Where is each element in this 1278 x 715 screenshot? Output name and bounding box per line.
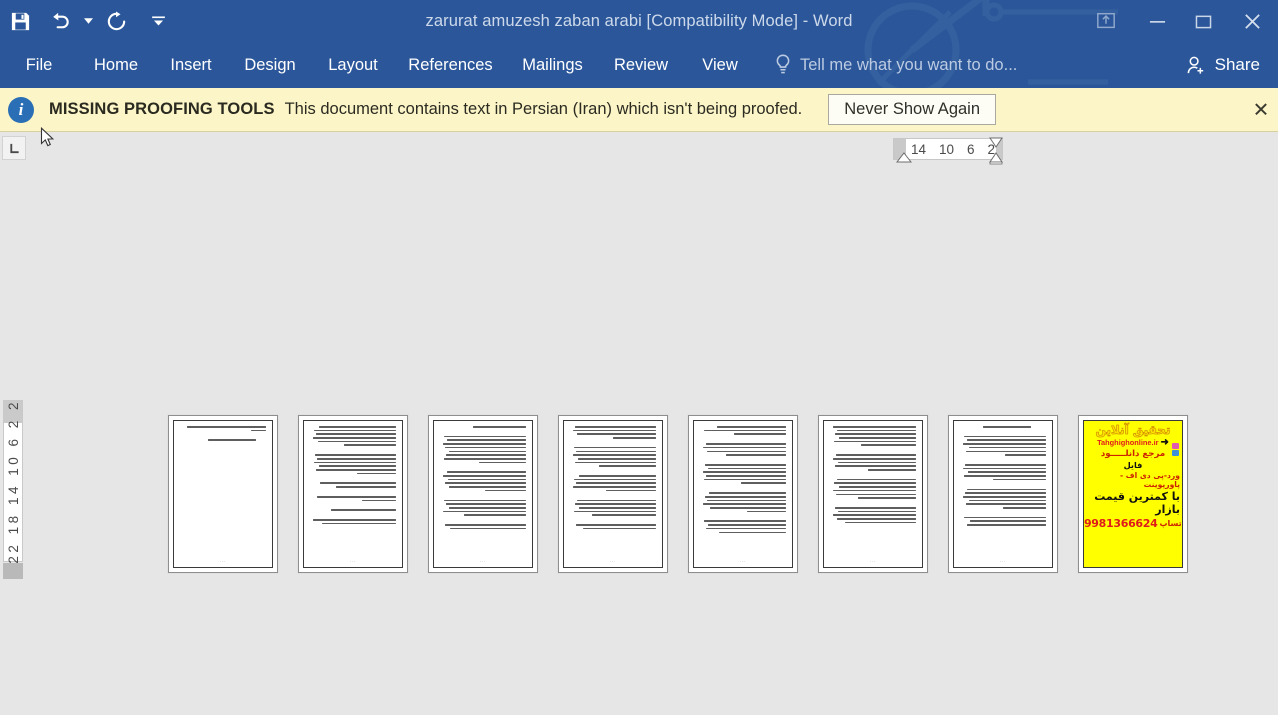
notification-close-icon[interactable]: ✕ <box>1250 97 1272 122</box>
page-thumbnail[interactable]: ... <box>818 415 928 573</box>
left-indent-marker-icon[interactable] <box>896 152 912 163</box>
never-show-again-button[interactable]: Never Show Again <box>828 94 997 125</box>
page-content: ... <box>693 420 793 568</box>
page-footer: ... <box>609 558 617 563</box>
vertical-ruler[interactable]: 22 18 14 10 6 2 2 <box>3 398 23 564</box>
tab-references[interactable]: References <box>394 42 507 88</box>
text-block <box>180 426 266 442</box>
ad-url-row: Tahghighonline.ir ➜ <box>1086 436 1180 448</box>
page-thumbnail[interactable]: ... <box>948 415 1058 573</box>
lightbulb-icon <box>776 54 790 74</box>
page-content: ... <box>953 420 1053 568</box>
customize-quick-access-icon[interactable] <box>136 1 180 41</box>
tab-layout[interactable]: Layout <box>312 42 394 88</box>
tell-me-placeholder: Tell me what you want to do... <box>800 55 1018 74</box>
ruler-tick: 14 <box>910 141 926 157</box>
text-block <box>830 426 916 524</box>
ribbon-display-options-icon[interactable] <box>1078 0 1134 42</box>
text-block <box>570 426 656 530</box>
text-block <box>440 426 526 530</box>
close-icon[interactable] <box>1226 0 1278 42</box>
title-bar: zarurat amuzesh zaban arabi [Compatibili… <box>0 0 1278 42</box>
ad-logo-text: تحقیق آنلاین <box>1095 423 1171 437</box>
left-arrow-icon: ➜ <box>1160 436 1169 448</box>
quick-access-toolbar <box>0 0 180 42</box>
ruler-tick: 10 <box>938 141 955 157</box>
ad-decor-icon <box>1172 450 1179 456</box>
page-thumbnail[interactable]: ... <box>688 415 798 573</box>
page-footer: ... <box>999 558 1007 563</box>
save-icon[interactable] <box>0 1 40 41</box>
share-button[interactable]: Share <box>1171 42 1278 88</box>
ad-whatsapp-label: واتساپ <box>1159 518 1183 528</box>
page-content: ... <box>173 420 273 568</box>
missing-proofing-tools-bar: i MISSING PROOFING TOOLS This document c… <box>0 88 1278 132</box>
horizontal-ruler-ticks: 14 10 6 2 <box>901 142 995 157</box>
tab-design[interactable]: Design <box>228 42 312 88</box>
page-thumbnail[interactable]: ... <box>168 415 278 573</box>
ad-line-4: با کمترین قیمت بازار <box>1094 489 1180 516</box>
share-label: Share <box>1214 55 1260 74</box>
text-block <box>700 426 786 534</box>
ad-decor-icons <box>1172 443 1179 456</box>
page-footer: ... <box>479 558 487 563</box>
tab-mailings[interactable]: Mailings <box>507 42 598 88</box>
ad-line-2: فایل <box>1123 459 1143 470</box>
text-block <box>310 426 396 525</box>
ad-decor-icon <box>1172 443 1179 449</box>
vertical-ruler-ticks: 22 18 14 10 6 2 2 <box>5 398 21 564</box>
page-content: ... <box>303 420 403 568</box>
info-icon: i <box>8 96 34 123</box>
right-indent-marker-icon[interactable] <box>989 137 1003 165</box>
ad-line-1: مرجع دانلـــــود <box>1100 448 1166 459</box>
vertical-ruler-margin-bottom <box>3 563 23 579</box>
window-controls <box>1078 0 1278 42</box>
page-thumbnail-advertisement[interactable]: تحقیق آنلاین Tahghighonline.ir ➜ مرجع دا… <box>1078 415 1188 573</box>
tab-view[interactable]: View <box>684 42 756 88</box>
word-window: zarurat amuzesh zaban arabi [Compatibili… <box>0 0 1278 715</box>
ad-contact-row: واتساپ 09981366624 <box>1084 517 1182 530</box>
notification-message: This document contains text in Persian (… <box>284 100 803 118</box>
page-content: ... <box>823 420 923 568</box>
page-content: ... <box>563 420 663 568</box>
page-thumbnails: ... ... ... ... ... ... ... تحقیق آنلاین… <box>168 415 1188 573</box>
tab-review[interactable]: Review <box>598 42 684 88</box>
ribbon-tab-strip: File Home Insert Design Layout Reference… <box>0 42 1278 88</box>
ruler-tick: 6 <box>967 141 975 157</box>
undo-icon[interactable] <box>40 1 80 41</box>
tab-insert[interactable]: Insert <box>154 42 228 88</box>
page-thumbnail[interactable]: ... <box>298 415 408 573</box>
tell-me-search[interactable]: Tell me what you want to do... <box>775 42 1017 88</box>
page-footer: ... <box>219 558 227 563</box>
tab-stop-left-icon[interactable] <box>2 136 26 160</box>
undo-dropdown-chevron-down-icon[interactable] <box>80 1 96 41</box>
page-footer: ... <box>349 558 357 563</box>
ad-website-url[interactable]: Tahghighonline.ir <box>1097 438 1158 447</box>
ad-line-3: ورد-پی دی اف - پاورپوینت <box>1119 470 1180 489</box>
ribbon-tabs: File Home Insert Design Layout Reference… <box>0 42 756 88</box>
restore-icon[interactable] <box>1180 0 1226 42</box>
page-footer: ... <box>739 558 747 563</box>
minimize-icon[interactable] <box>1134 0 1180 42</box>
page-footer: ... <box>869 558 877 563</box>
page-content: ... <box>433 420 533 568</box>
ad-phone-number: 09981366624 <box>1084 516 1158 530</box>
tab-home[interactable]: Home <box>78 42 154 88</box>
share-person-icon <box>1187 56 1203 74</box>
notification-title: MISSING PROOFING TOOLS <box>49 100 275 118</box>
page-thumbnail[interactable]: ... <box>428 415 538 573</box>
redo-icon[interactable] <box>96 1 136 41</box>
advertisement: تحقیق آنلاین Tahghighonline.ir ➜ مرجع دا… <box>1084 421 1182 567</box>
tab-file[interactable]: File <box>0 42 78 88</box>
text-block <box>960 426 1046 526</box>
page-thumbnail[interactable]: ... <box>558 415 668 573</box>
mouse-pointer-icon <box>40 127 55 147</box>
page-content: تحقیق آنلاین Tahghighonline.ir ➜ مرجع دا… <box>1083 420 1183 568</box>
